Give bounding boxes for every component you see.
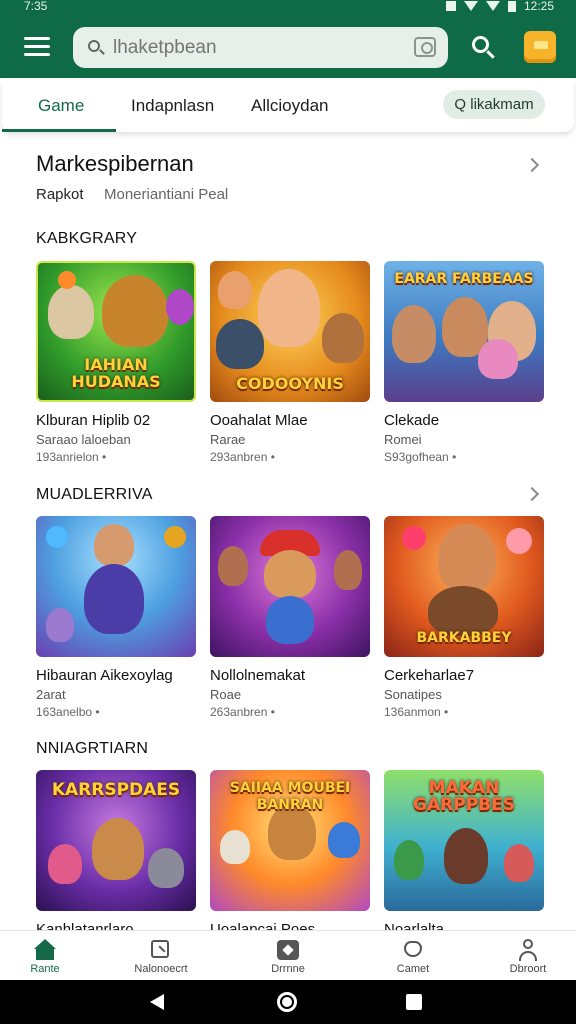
search-button-icon[interactable]	[472, 36, 496, 60]
nav-label: Rante	[30, 963, 60, 975]
nav-label: Camet	[396, 963, 430, 975]
section-subtitle: Rapkot	[36, 186, 84, 203]
nav-item-profile[interactable]: Dbroort	[483, 931, 573, 981]
game-logo: EARAR FARBEAAS	[394, 271, 534, 287]
tab-game[interactable]: Game	[38, 96, 84, 116]
wifi-icon	[463, 1, 478, 11]
game-thumbnail: SAIIAA MOUBEI BANRAN	[210, 770, 370, 911]
game-thumbnail	[36, 516, 196, 657]
search-icon	[87, 39, 105, 57]
home-circle-icon[interactable]	[277, 992, 297, 1012]
game-card[interactable]: CODOOYNIS Ooahalat Mlae Rarae 293anbren …	[210, 261, 370, 464]
tab-indicator	[2, 129, 116, 132]
wallet-icon[interactable]	[524, 31, 556, 63]
chevron-right-icon[interactable]	[524, 157, 540, 173]
heart-icon	[402, 939, 424, 961]
game-logo: MAKAN GARPPBES	[413, 778, 515, 815]
game-title: Cerkeharlae7	[384, 667, 475, 684]
game-thumbnail: BARKABBEY	[384, 516, 544, 657]
status-icons: 12:25	[445, 0, 554, 13]
status-clock: 12:25	[523, 0, 554, 13]
game-thumbnail: KARRSPDAES	[36, 770, 196, 911]
game-subtitle: Sonatipes	[384, 687, 442, 702]
game-logo: SAIIAA MOUBEI BANRAN	[229, 780, 351, 813]
game-subtitle: 2arat	[36, 687, 66, 702]
game-subtitle: Roae	[210, 687, 242, 702]
app-header: 7:35 12:25	[0, 0, 576, 78]
status-time: 7:35	[24, 0, 48, 13]
game-card[interactable]: BARKABBEY Cerkeharlae7 Sonatipes 136anmo…	[384, 516, 544, 719]
tab-allcioydan[interactable]: Allcioydan	[251, 96, 329, 116]
game-title: Hibauran Aikexoylag	[36, 667, 173, 684]
system-nav-bar	[0, 980, 576, 1024]
game-card[interactable]: KARRSPDAES Kanhlatanrlaro	[36, 770, 196, 938]
game-card[interactable]: MAKAN GARPPBES Noarlalta	[384, 770, 544, 938]
game-title: Klburan Hiplib 02	[36, 412, 151, 429]
game-thumbnail: MAKAN GARPPBES	[384, 770, 544, 911]
home-icon	[34, 939, 56, 961]
search-input[interactable]	[113, 36, 393, 59]
nav-item-games[interactable]: Drrnne	[243, 931, 333, 981]
game-meta: 263anbren •	[210, 705, 275, 719]
notification-icon	[445, 1, 456, 11]
section-label: KABKGRARY	[36, 230, 138, 247]
game-card[interactable]: Hibauran Aikexoylag 2arat 163anelbo •	[36, 516, 196, 719]
game-subtitle: Romei	[384, 432, 422, 447]
game-title: Nollolnemakat	[210, 667, 306, 684]
section-subtitle-secondary: Moneriantiani Peal	[104, 186, 229, 203]
section-label: MUADLERRIVA	[36, 486, 153, 503]
game-subtitle: Rarae	[210, 432, 246, 447]
search-bar[interactable]	[73, 27, 448, 68]
game-title: Ooahalat Mlae	[210, 412, 308, 429]
tab-bar: Game Indapnlasn Allcioydan Q likakmam	[2, 80, 574, 132]
game-meta: S93gofhean •	[384, 450, 457, 464]
game-meta: 163anelbo •	[36, 705, 100, 719]
game-card[interactable]: EARAR FARBEAAS Clekade Romei S93gofhean …	[384, 261, 544, 464]
game-card[interactable]: IAHIAN HUDANAS Klburan Hiplib 02 Saraao …	[36, 261, 196, 464]
games-icon	[277, 939, 299, 961]
nav-label: Dbroort	[509, 963, 547, 975]
section-title: Markespibernan	[36, 151, 194, 176]
menu-icon[interactable]	[24, 37, 50, 59]
nav-label: Nalonoecrt	[134, 963, 188, 975]
game-meta: 293anbren •	[210, 450, 275, 464]
nav-label: Drrnne	[271, 963, 305, 975]
tab-indapnlasn[interactable]: Indapnlasn	[131, 96, 214, 116]
game-logo: KARRSPDAES	[51, 780, 181, 800]
game-logo: IAHIAN HUDANAS	[71, 355, 161, 391]
tab-chip[interactable]: Q likakmam	[443, 90, 545, 119]
profile-icon	[517, 939, 539, 961]
game-logo: BARKABBEY	[416, 630, 512, 646]
game-card[interactable]: SAIIAA MOUBEI BANRAN Uoalapcai Poes	[210, 770, 370, 938]
game-logo: CODOOYNIS	[236, 374, 344, 393]
recents-icon[interactable]	[406, 994, 422, 1010]
game-subtitle: Saraao laloeban	[36, 432, 131, 447]
back-icon[interactable]	[150, 994, 164, 1010]
game-thumbnail	[210, 516, 370, 657]
game-thumbnail: IAHIAN HUDANAS	[36, 261, 196, 402]
chevron-right-icon[interactable]	[524, 486, 540, 502]
library-icon	[150, 939, 172, 961]
game-meta: 136anmon •	[384, 705, 449, 719]
game-card[interactable]: Nollolnemakat Roae 263anbren •	[210, 516, 370, 719]
nav-item-favorites[interactable]: Camet	[368, 931, 458, 981]
game-thumbnail: CODOOYNIS	[210, 261, 370, 402]
bottom-nav: Rante Nalonoecrt Drrnne Camet Dbroort	[0, 930, 576, 980]
game-thumbnail: EARAR FARBEAAS	[384, 261, 544, 402]
status-bar: 7:35 12:25	[0, 0, 576, 14]
camera-icon[interactable]	[414, 37, 436, 57]
nav-item-library[interactable]: Nalonoecrt	[116, 931, 206, 981]
game-meta: 193anrielon •	[36, 450, 107, 464]
signal-icon	[485, 1, 500, 11]
nav-item-home[interactable]: Rante	[0, 931, 90, 981]
game-title: Clekade	[384, 412, 440, 429]
battery-icon	[507, 0, 516, 12]
section-label: NNIAGRTIARN	[36, 740, 149, 757]
